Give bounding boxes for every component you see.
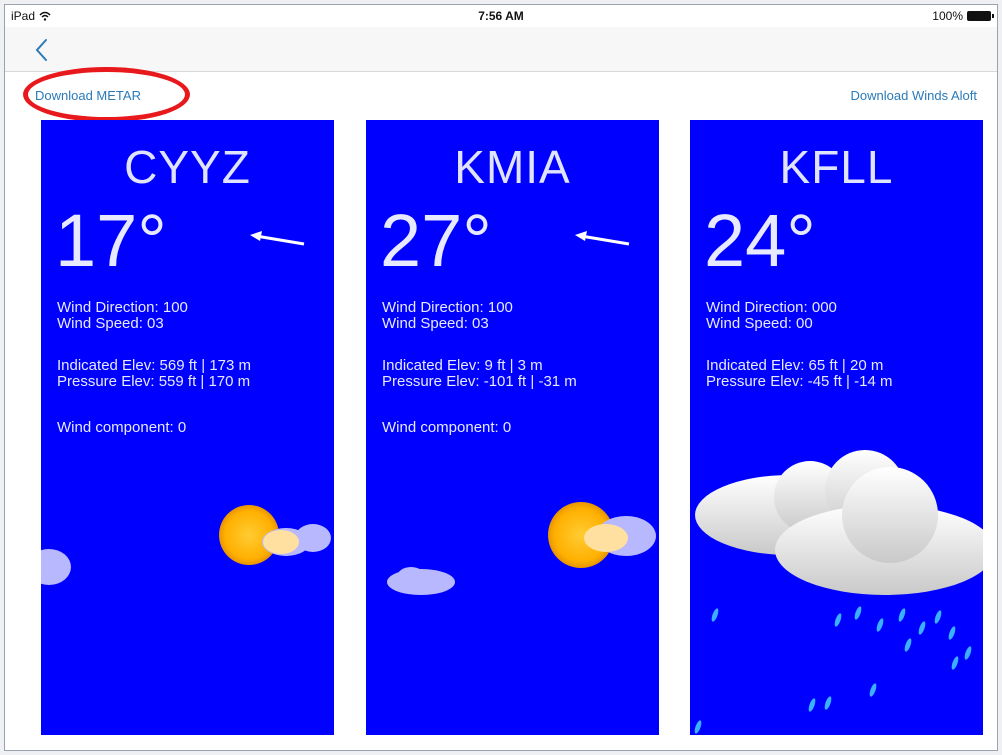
wind-arrow-icon: [575, 231, 630, 246]
app-window: iPad 7:56 AM 100% Download METAR Downloa…: [4, 4, 998, 751]
download-metar-button[interactable]: Download METAR: [35, 88, 141, 103]
status-time: 7:56 AM: [478, 9, 524, 23]
wind-component: Wind component: 0: [57, 419, 187, 436]
temperature: 27°: [380, 199, 492, 282]
station-code: KMIA: [454, 141, 571, 193]
sun-cloud-icon: [41, 505, 331, 585]
indicated-elevation: Indicated Elev: 569 ft | 173 m: [57, 357, 252, 374]
indicated-elevation: Indicated Elev: 65 ft | 20 m: [706, 357, 884, 374]
wind-info: Wind Direction: 000 Wind Speed: 00: [706, 300, 837, 332]
status-bar: iPad 7:56 AM 100%: [5, 5, 997, 27]
wind-speed: Wind Speed: 03: [57, 315, 164, 332]
status-right: 100%: [932, 9, 994, 23]
elevation-info: Indicated Elev: 65 ft | 20 m Pressure El…: [706, 358, 892, 390]
download-winds-aloft-button[interactable]: Download Winds Aloft: [851, 88, 977, 103]
wind-arrow-icon: [250, 231, 305, 246]
wind-component: Wind component: 0: [382, 419, 512, 436]
wind-speed: Wind Speed: 03: [382, 315, 489, 332]
wind-direction: Wind Direction: 100: [57, 299, 188, 316]
wind-info: Wind Direction: 100 Wind Speed: 03: [382, 300, 513, 332]
wind-direction: Wind Direction: 100: [382, 299, 513, 316]
station-card-kmia[interactable]: KMIA 27° Wind Direction: 100 Wind Speed:…: [366, 120, 659, 735]
elevation-info: Indicated Elev: 569 ft | 173 m Pressure …: [57, 358, 251, 390]
nav-bar: [5, 27, 997, 72]
temperature: 17°: [55, 199, 167, 282]
station-code: KFLL: [779, 141, 894, 193]
elevation-info: Indicated Elev: 9 ft | 3 m Pressure Elev…: [382, 358, 577, 390]
rain-cloud-icon: [694, 450, 983, 734]
wind-direction: Wind Direction: 000: [706, 299, 837, 316]
temperature: 24°: [704, 199, 816, 282]
pressure-elevation: Pressure Elev: -101 ft | -31 m: [382, 373, 577, 390]
sun-cloud-icon: [387, 502, 656, 595]
pressure-elevation: Pressure Elev: -45 ft | -14 m: [706, 373, 893, 390]
wind-info: Wind Direction: 100 Wind Speed: 03: [57, 300, 188, 332]
station-code: CYYZ: [124, 141, 251, 193]
battery-percent: 100%: [932, 9, 963, 23]
wind-speed: Wind Speed: 00: [706, 315, 813, 332]
pressure-elevation: Pressure Elev: 559 ft | 170 m: [57, 373, 251, 390]
battery-icon: [967, 11, 994, 21]
indicated-elevation: Indicated Elev: 9 ft | 3 m: [382, 357, 543, 374]
station-card-kfll[interactable]: KFLL 24° Wind Direction: 000 Wind Speed:…: [690, 120, 983, 735]
back-chevron-icon[interactable]: [31, 37, 53, 63]
station-card-cyyz[interactable]: CYYZ 17° Wind Direction: 100 Wind Speed:…: [41, 120, 334, 735]
